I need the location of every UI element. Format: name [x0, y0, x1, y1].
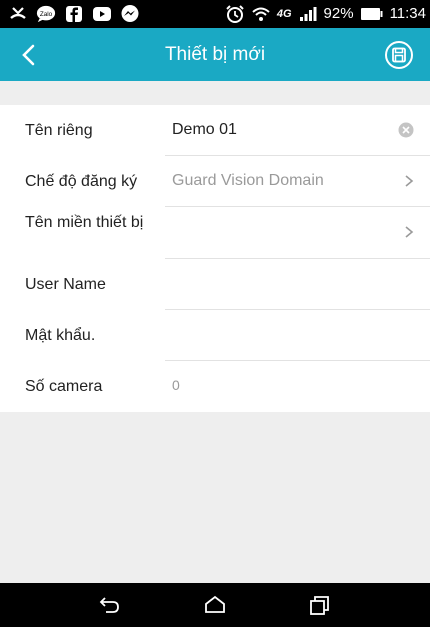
facebook-icon — [64, 4, 84, 24]
camera-count-label: Số camera — [25, 378, 103, 395]
top-spacer — [0, 81, 430, 105]
recents-icon — [310, 596, 329, 615]
back-icon — [99, 597, 119, 613]
messenger-icon — [120, 4, 140, 24]
chevron-right-icon — [404, 173, 414, 189]
chevron-right-icon — [404, 224, 414, 240]
password-row[interactable]: Mật khẩu. — [0, 310, 430, 361]
camera-count-row[interactable]: Số camera 0 — [0, 361, 430, 412]
battery-icon — [360, 4, 384, 24]
missed-call-icon — [8, 4, 28, 24]
zalo-text: Zalo — [40, 11, 53, 18]
navigation-bar — [0, 583, 430, 627]
page-title: Thiết bị mới — [164, 44, 266, 65]
device-domain-row[interactable]: Tên miền thiết bị — [0, 207, 430, 259]
nav-home-button[interactable] — [201, 592, 229, 618]
clear-icon[interactable] — [398, 122, 414, 138]
signal-icon — [298, 4, 318, 24]
device-name-value[interactable]: Demo 01 — [172, 121, 237, 139]
status-left-icons: Zalo — [8, 4, 140, 24]
alarm-icon — [225, 4, 245, 24]
status-bar: Zalo 4G 92% 11:34 — [0, 0, 430, 28]
status-right-icons: 4G 92% 11:34 — [225, 4, 426, 24]
register-mode-value: Guard Vision Domain — [172, 172, 324, 189]
nav-recents-button[interactable] — [305, 592, 333, 618]
camera-count-value[interactable]: 0 — [172, 377, 180, 393]
app-bar: Thiết bị mới — [0, 28, 430, 81]
device-domain-label: Tên miền thiết bị — [25, 214, 144, 231]
save-button[interactable] — [384, 40, 414, 70]
device-name-row[interactable]: Tên riêng Demo 01 — [0, 105, 430, 156]
wifi-icon — [251, 4, 271, 24]
network-type: 4G — [276, 8, 292, 20]
home-icon — [205, 595, 225, 613]
device-name-label: Tên riêng — [25, 122, 93, 139]
battery-percent: 92% — [323, 5, 354, 22]
username-label: User Name — [25, 276, 106, 293]
username-row[interactable]: User Name — [0, 259, 430, 310]
zalo-icon: Zalo — [36, 4, 56, 24]
youtube-icon — [92, 4, 112, 24]
save-icon — [385, 41, 413, 69]
nav-back-button[interactable] — [96, 592, 124, 618]
device-form: Tên riêng Demo 01 Chế độ đăng ký Guard V… — [0, 105, 430, 412]
register-mode-row[interactable]: Chế độ đăng ký Guard Vision Domain — [0, 156, 430, 207]
clock: 11:34 — [389, 5, 426, 22]
password-label: Mật khẩu. — [25, 327, 96, 344]
register-mode-label: Chế độ đăng ký — [25, 173, 138, 190]
